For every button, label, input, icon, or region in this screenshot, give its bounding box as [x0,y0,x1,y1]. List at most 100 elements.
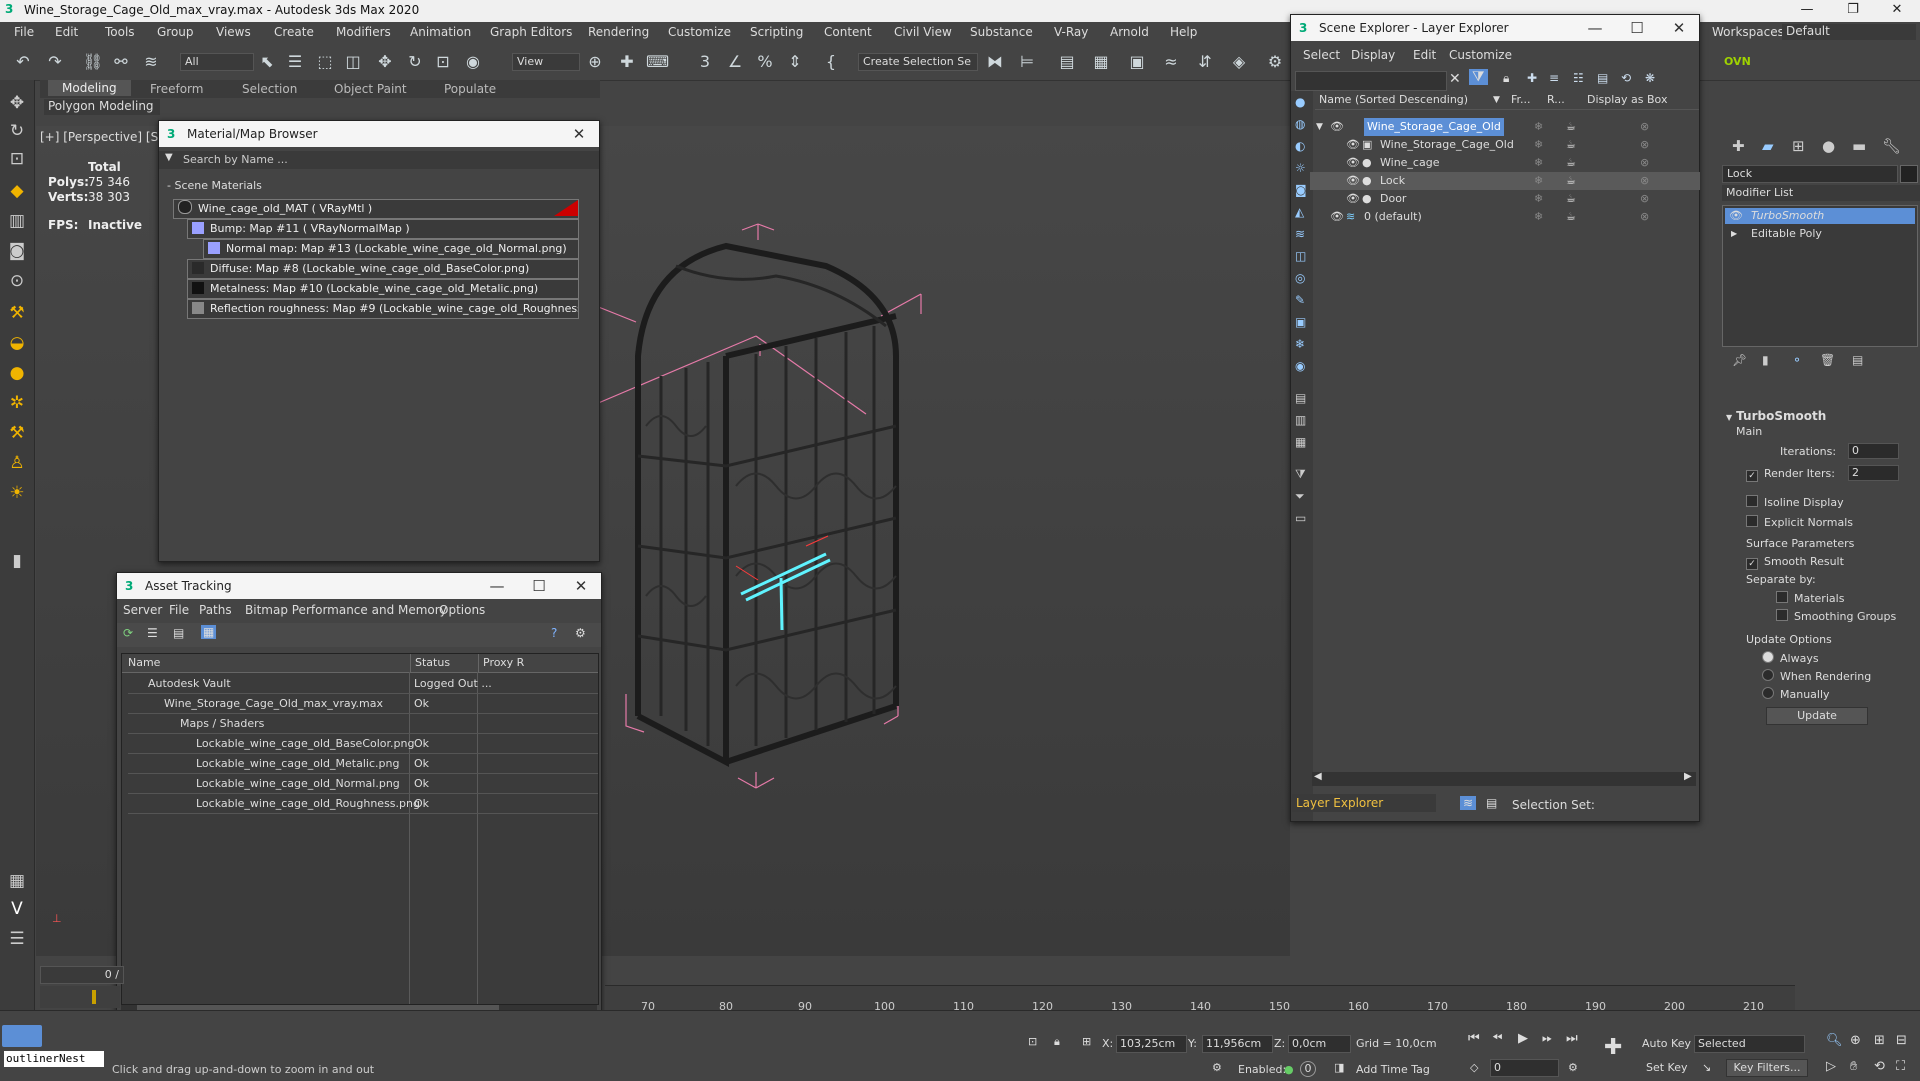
object-row[interactable]: 👁︎ ▣ Wine_Storage_Cage_Old ❄ ☕︎ ⊗ [1310,136,1700,154]
enabled-toggle[interactable]: 0 [1300,1061,1316,1077]
close-button[interactable]: ✕ [1874,0,1920,22]
box-icon[interactable]: ⊗ [1640,172,1649,190]
maximize-viewport-icon[interactable]: ⛶ [1896,1059,1905,1074]
layer-select-icon[interactable]: ▤ [1597,71,1608,85]
menu-paths[interactable]: Paths [199,603,232,617]
iterations-spinner[interactable]: 0 [1848,443,1899,459]
create-icon[interactable]: ◆ [6,180,28,202]
keyboard-shortcut-icon[interactable]: ⌨ [646,51,669,73]
isolate-selection-icon[interactable]: ⊡ [1028,1035,1037,1048]
scene-horizontal-scrollbar[interactable]: ◀ ▶ [1312,771,1696,786]
modifier-list-dropdown[interactable]: Modifier List [1722,185,1920,201]
maximize-icon[interactable]: ☐ [519,573,559,599]
selection-set-dropdown[interactable]: Selected [1694,1035,1805,1053]
track-bar-mini[interactable] [40,986,120,1008]
display-groups-icon[interactable]: ◫ [1295,249,1306,263]
light-icon[interactable]: ⊙ [6,270,28,292]
add-time-tag-label[interactable]: Add Time Tag [1356,1063,1430,1076]
display-none2-icon[interactable]: ▥ [1295,413,1306,427]
menu-vray[interactable]: V-Ray [1054,25,1088,39]
display-shapes-icon[interactable]: ◐ [1295,139,1305,153]
eye-icon[interactable]: 👁︎ [1330,118,1344,136]
workspaces-dropdown[interactable]: Default [1782,24,1916,40]
display-spacewarps-icon[interactable]: ≋ [1295,227,1305,241]
tree-view-icon[interactable]: ▤ [173,626,184,640]
next-frame-icon[interactable]: ⏩︎ [1542,1031,1552,1046]
modify-icon[interactable]: ▥ [6,210,28,232]
menu-views[interactable]: Views [216,25,251,39]
reference-coord-dropdown[interactable]: View [512,53,580,71]
render-icon[interactable]: ☕︎ [1566,136,1576,154]
freeze-icon[interactable]: ❄ [1534,190,1543,208]
bucket-icon[interactable]: ◒ [6,332,28,354]
orbit-icon[interactable]: ⟲ [1874,1059,1885,1074]
clear-search-icon[interactable]: ✕ [1449,71,1461,87]
scroll-right-icon[interactable]: ▶ [1684,771,1692,782]
rect-selection-icon[interactable]: ⬚ [314,51,336,73]
maxscript-mini-listener[interactable]: outlinerNest [4,1051,104,1067]
expand-icon[interactable]: ▼ [1316,118,1323,136]
zoom-extents-icon[interactable]: ⊞ [1874,1033,1885,1048]
redo-icon[interactable]: ↷ [44,51,66,73]
hammer-icon[interactable]: ⚒ [6,302,28,324]
material-search[interactable]: ▼ Search by Name ... [159,151,599,169]
box-icon[interactable]: ⊗ [1640,136,1649,154]
goto-end-icon[interactable]: ⏭ [1566,1031,1578,1046]
object-name-field[interactable]: Lock [1722,165,1898,183]
edit-named-selection-icon[interactable]: { [820,51,842,73]
pin-stack-icon[interactable]: 📌︎ [1732,353,1747,367]
layer-row[interactable]: 👁︎ ≋ 0 (default) ❄ ☕︎ ⊗ [1310,208,1700,226]
scene-explorer-toggle-icon[interactable]: ▤ [1056,51,1078,73]
menu-civil-view[interactable]: Civil View [894,25,952,39]
display-lights-icon[interactable]: ☼ [1295,161,1306,175]
table-row[interactable]: Lockable_wine_cage_old_BaseColor.png Ok [128,734,598,754]
layer-explorer-dropdown[interactable]: Layer Explorer [1292,794,1436,812]
layer-row[interactable]: ▼ 👁︎ Wine_Storage_Cage_Old ❄ ☕︎ ⊗ [1310,118,1700,136]
viewport-label[interactable]: [+] [Perspective] [Sta [40,130,170,144]
rotate-view-icon[interactable]: ↻ [6,120,28,142]
render-icon[interactable]: ☕︎ [1566,172,1576,190]
set-key-button[interactable]: Set Key [1646,1061,1688,1074]
display-cameras-icon[interactable]: ◙ [1295,183,1307,197]
select-object-icon[interactable]: ⬉ [256,51,278,73]
spinner-snap-icon[interactable]: ⇕ [784,51,806,73]
box-icon[interactable]: ⊗ [1640,190,1649,208]
menu-file[interactable]: File [169,603,189,617]
menu-options[interactable]: Options [439,603,485,617]
scale-view-icon[interactable]: ⊡ [6,148,28,170]
layer-stack-icon[interactable]: ≡ [1549,71,1559,85]
move-icon[interactable]: ✥ [374,51,396,73]
angle-snap-icon[interactable]: ∠ [724,51,746,73]
col-display-as-box[interactable]: Display as Box [1587,91,1667,109]
box-icon[interactable]: ⊗ [1640,208,1649,226]
table-row[interactable]: Maps / Shaders [128,714,598,734]
undo-icon[interactable]: ↶ [12,51,34,73]
display-containers-icon[interactable]: ▣ [1295,315,1306,329]
display-frozen-icon[interactable]: ❄ [1295,337,1305,351]
x-coordinate-field[interactable]: 103,25cm [1116,1035,1187,1053]
eye-icon[interactable]: 👁︎ [1346,136,1360,154]
freeze-icon[interactable]: ❄ [1534,118,1543,136]
select-by-name-icon[interactable]: ☰ [284,51,306,73]
minimize-button[interactable]: — [1784,0,1830,22]
table-row[interactable]: Lockable_wine_cage_old_Roughness.png Ok [128,794,598,814]
key-mode-icon[interactable]: ◇ [1470,1061,1478,1074]
box-icon[interactable]: ⊗ [1640,118,1649,136]
bind-space-warp-icon[interactable]: ≋ [140,51,162,73]
sun-icon[interactable]: ☀ [6,482,28,504]
invert-display-icon[interactable]: ▦ [1295,435,1306,449]
pan-icon[interactable]: ✋︎ [1850,1059,1857,1074]
camera-icon[interactable]: ◙ [6,240,28,262]
chevron-down-icon[interactable]: ▼ [165,152,173,163]
object-color-swatch[interactable] [1900,165,1918,183]
table-row[interactable]: Lockable_wine_cage_old_Metalic.png Ok [128,754,598,774]
menu-graph-editors[interactable]: Graph Editors [490,25,572,39]
rotate-icon[interactable]: ↻ [404,51,426,73]
ribbon-tab-freeform[interactable]: Freeform [150,82,203,96]
link-icon[interactable]: ⛓ [82,51,104,73]
close-icon[interactable]: ✕ [561,573,601,599]
shelf-icon[interactable]: ▦ [6,870,28,892]
render-setup-icon[interactable]: ⚙ [1264,51,1286,73]
expand-icon[interactable]: ▶ [1731,226,1737,242]
new-layer-icon[interactable]: ✚ [1527,71,1537,85]
